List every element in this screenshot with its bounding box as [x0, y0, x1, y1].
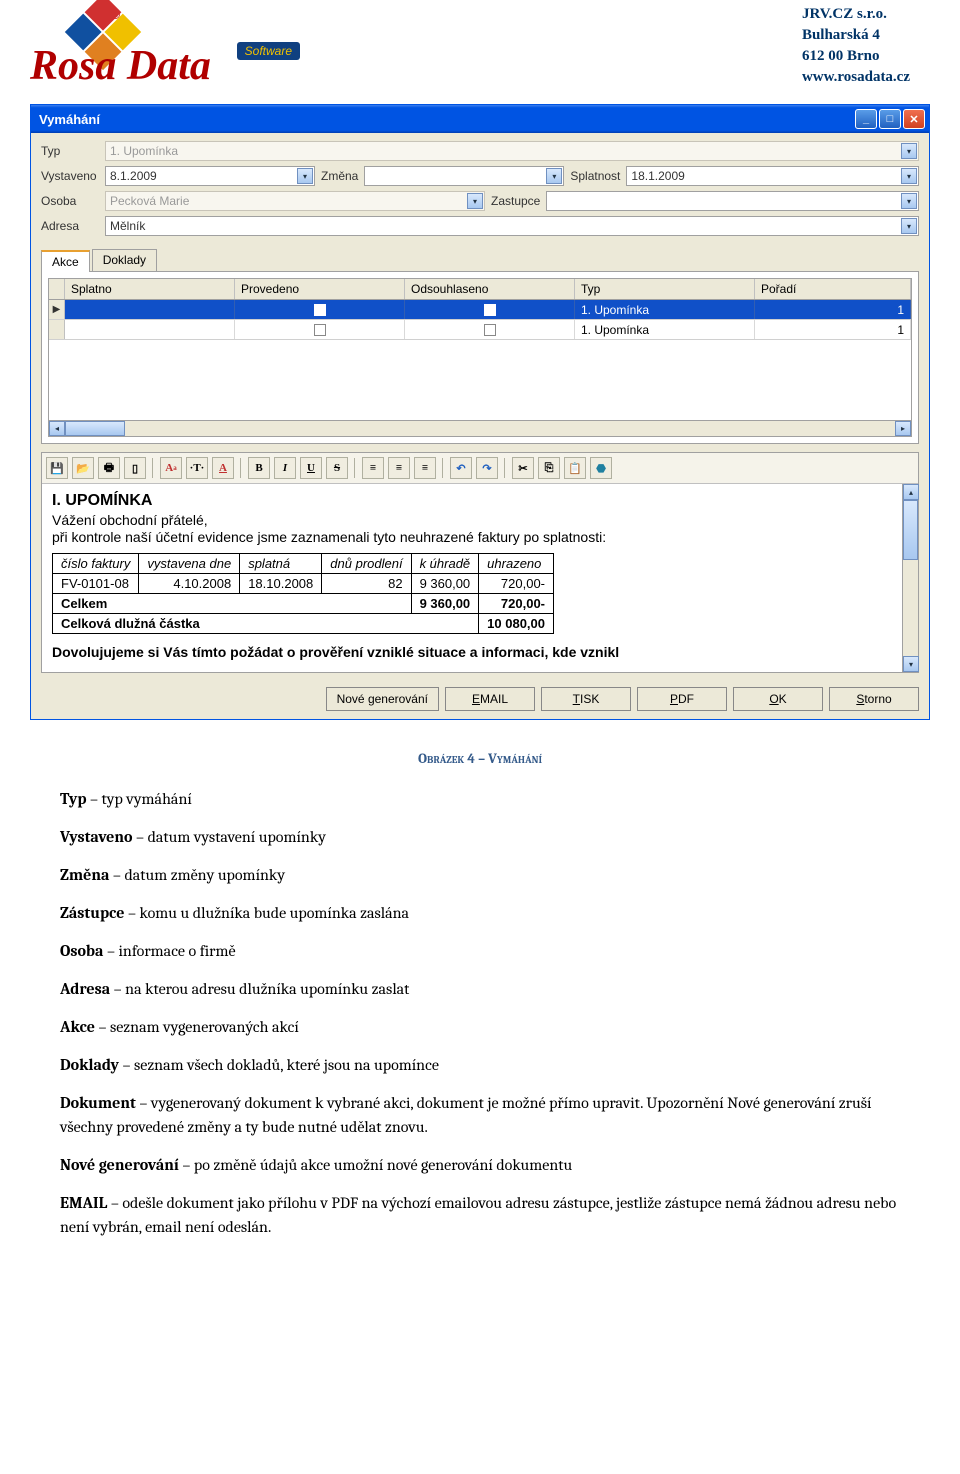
italic-icon[interactable]: I [274, 457, 296, 479]
doc-footer-line: Dovolujujeme si Vás tímto požádat o prov… [52, 644, 908, 660]
chevron-down-icon: ▾ [901, 143, 917, 159]
tab-doklady[interactable]: Doklady [92, 249, 157, 271]
checkbox[interactable] [314, 304, 326, 316]
row-indicator-icon: ▶ [49, 300, 65, 319]
logo-software-badge: Software [237, 42, 300, 60]
tisk-button[interactable]: TISK [541, 687, 631, 711]
chevron-down-icon: ▾ [901, 193, 917, 209]
col-provedeno[interactable]: Provedeno [235, 279, 405, 299]
zmena-label: Změna [321, 169, 358, 183]
logo-text: Rosa Data [30, 42, 211, 90]
copy-icon[interactable]: ⎘ [538, 457, 560, 479]
col-poradi[interactable]: Pořadí [755, 279, 911, 299]
window-title: Vymáhání [35, 112, 100, 127]
chevron-down-icon: ▾ [901, 218, 917, 234]
maximize-button[interactable]: □ [879, 109, 901, 129]
akce-grid[interactable]: Splatno Provedeno Odsouhlaseno Typ Pořad… [48, 278, 912, 437]
print-icon[interactable]: 🖶 [98, 457, 120, 479]
open-icon[interactable]: 📂 [72, 457, 94, 479]
figure-caption: Obrázek 4 – Vymáhání [0, 750, 960, 767]
zmena-input[interactable]: ▾ [364, 166, 564, 186]
grid-h-scrollbar[interactable]: ◂ ▸ [49, 420, 911, 436]
redo-icon[interactable]: ↷ [476, 457, 498, 479]
typ-label: Typ [41, 144, 99, 158]
scroll-up-icon[interactable]: ▴ [903, 484, 919, 500]
window-vymahani: Vymáhání _ □ ✕ Typ 1. Upomínka▾ Vystaven… [30, 104, 930, 720]
cut-icon[interactable]: ✂ [512, 457, 534, 479]
save-icon[interactable]: 💾 [46, 457, 68, 479]
pdf-button[interactable]: PDF [637, 687, 727, 711]
underline-icon[interactable]: U [300, 457, 322, 479]
registered-mark: ® [110, 6, 120, 22]
zastupce-dropdown[interactable]: ▾ [546, 191, 919, 211]
storno-button[interactable]: Storno [829, 687, 919, 711]
email-button[interactable]: EMAIL [445, 687, 535, 711]
logo: ® Software Rosa Data [30, 4, 300, 94]
document-body[interactable]: ▴ ▾ I. UPOMÍNKA Vážení obchodní přátelé,… [42, 484, 918, 672]
company-info: JRV.CZ s.r.o. Bulharská 4 612 00 Brno ww… [802, 4, 910, 94]
splatnost-input[interactable]: 18.1.2009▾ [626, 166, 919, 186]
close-button[interactable]: ✕ [903, 109, 925, 129]
col-typ[interactable]: Typ [575, 279, 755, 299]
doc-table: číslo faktury vystavena dne splatná dnů … [52, 553, 554, 634]
link-icon[interactable]: ⬣ [590, 457, 612, 479]
adresa-label: Adresa [41, 219, 99, 233]
editor-toolbar: 💾 📂 🖶 ▯ Aa ·T· A B I U S ≡ ≡ ≡ ↶ ↷ ✂ ⎘ 📋… [42, 453, 918, 484]
osoba-dropdown[interactable]: Pecková Marie▾ [105, 191, 485, 211]
doc-v-scrollbar[interactable]: ▴ ▾ [902, 484, 918, 672]
checkbox[interactable] [484, 304, 496, 316]
strike-icon[interactable]: S [326, 457, 348, 479]
titlebar[interactable]: Vymáhání _ □ ✕ [31, 105, 929, 133]
col-odsouhlaseno[interactable]: Odsouhlaseno [405, 279, 575, 299]
adresa-dropdown[interactable]: Mělník▾ [105, 216, 919, 236]
minimize-button[interactable]: _ [855, 109, 877, 129]
scroll-thumb[interactable] [903, 500, 918, 560]
font-family-icon[interactable]: ·T· [186, 457, 208, 479]
bold-icon[interactable]: B [248, 457, 270, 479]
page-header: ® Software Rosa Data JRV.CZ s.r.o. Bulha… [0, 0, 960, 104]
document-editor: 💾 📂 🖶 ▯ Aa ·T· A B I U S ≡ ≡ ≡ ↶ ↷ ✂ ⎘ 📋… [41, 452, 919, 673]
scroll-down-icon[interactable]: ▾ [903, 656, 919, 672]
align-right-icon[interactable]: ≡ [414, 457, 436, 479]
checkbox[interactable] [314, 324, 326, 336]
chevron-down-icon: ▾ [297, 168, 313, 184]
grid-row[interactable]: ▶ 1. Upomínka 1 [49, 300, 911, 320]
vystaveno-input[interactable]: 8.1.2009▾ [105, 166, 315, 186]
scroll-thumb[interactable] [65, 421, 125, 436]
nove-generovani-button[interactable]: Nové generování [326, 687, 439, 711]
ok-button[interactable]: OK [733, 687, 823, 711]
scroll-right-icon[interactable]: ▸ [895, 421, 911, 436]
chevron-down-icon: ▾ [467, 193, 483, 209]
font-size-icon[interactable]: Aa [160, 457, 182, 479]
osoba-label: Osoba [41, 194, 99, 208]
tab-akce[interactable]: Akce [41, 250, 90, 272]
align-left-icon[interactable]: ≡ [362, 457, 384, 479]
doc-title: I. UPOMÍNKA [52, 492, 908, 510]
col-splatno[interactable]: Splatno [65, 279, 235, 299]
splatnost-label: Splatnost [570, 169, 620, 183]
chevron-down-icon: ▾ [901, 168, 917, 184]
zastupce-label: Zastupce [491, 194, 540, 208]
checkbox[interactable] [484, 324, 496, 336]
doc-line: Vážení obchodní přátelé, [52, 512, 908, 528]
vystaveno-label: Vystaveno [41, 169, 99, 183]
scroll-left-icon[interactable]: ◂ [49, 421, 65, 436]
paste-icon[interactable]: 📋 [564, 457, 586, 479]
typ-dropdown[interactable]: 1. Upomínka▾ [105, 141, 919, 161]
undo-icon[interactable]: ↶ [450, 457, 472, 479]
chevron-down-icon: ▾ [546, 168, 562, 184]
grid-row[interactable]: 1. Upomínka 1 [49, 320, 911, 340]
font-color-icon[interactable]: A [212, 457, 234, 479]
description-text: Typ – typ vymáhání Vystaveno – datum vys… [0, 787, 960, 1283]
doc-line: při kontrole naší účetní evidence jsme z… [52, 529, 908, 545]
align-center-icon[interactable]: ≡ [388, 457, 410, 479]
page-icon[interactable]: ▯ [124, 457, 146, 479]
